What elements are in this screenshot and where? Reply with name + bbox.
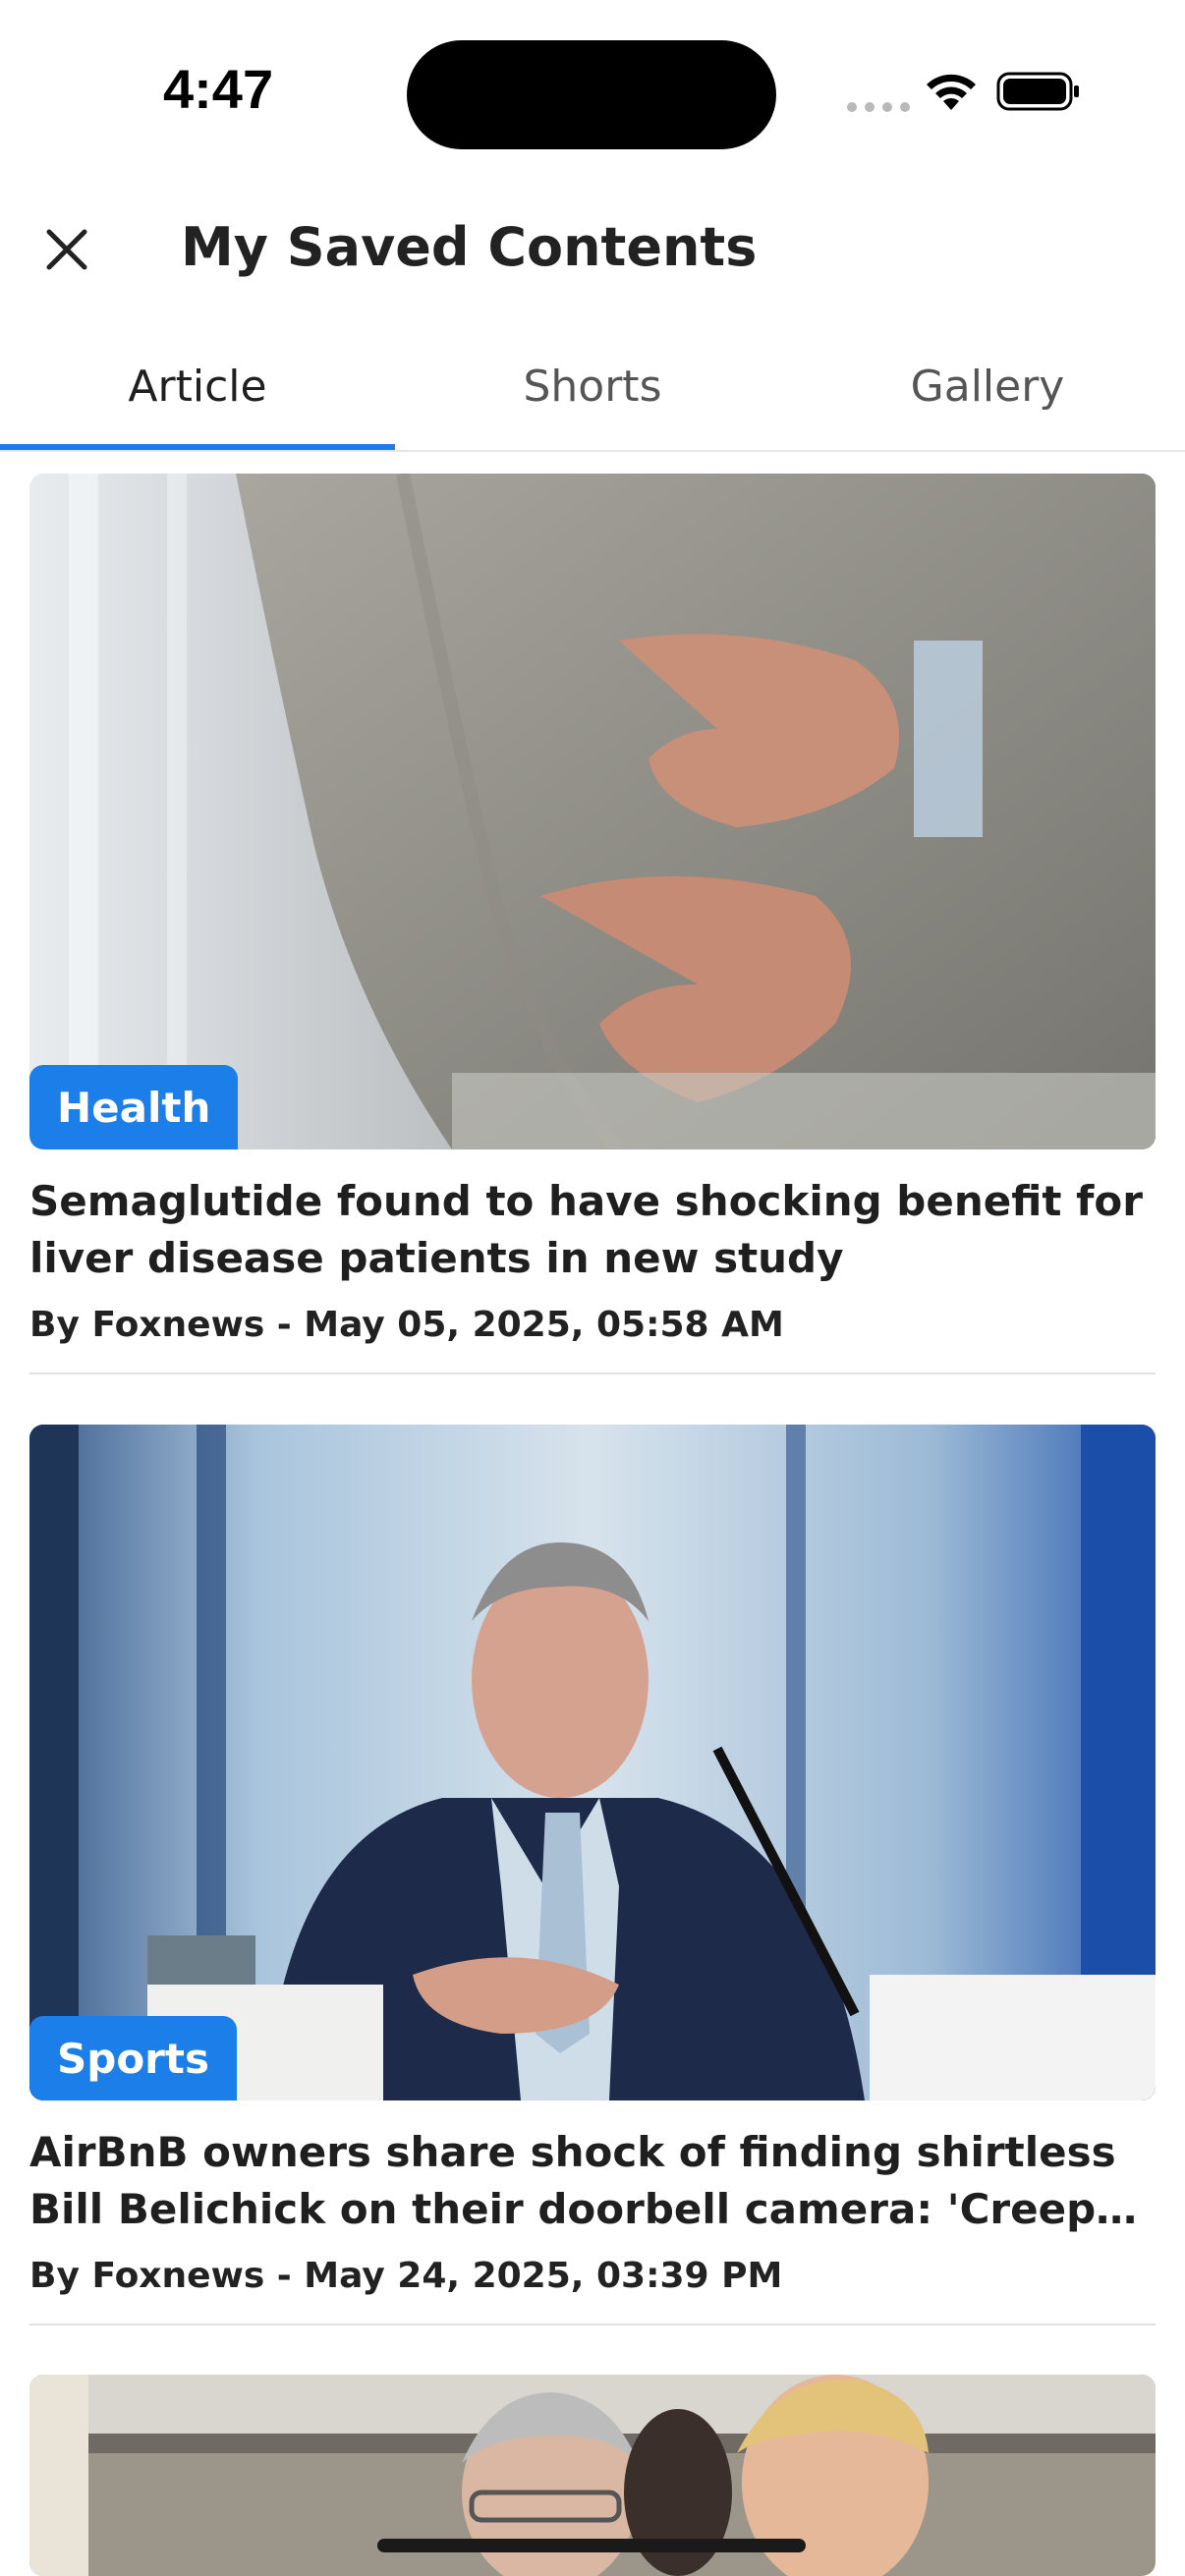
tab-label: Shorts bbox=[523, 361, 662, 412]
divider bbox=[29, 1372, 1156, 1374]
cellular-signal-icon bbox=[847, 102, 910, 112]
tab-gallery[interactable]: Gallery bbox=[790, 324, 1185, 448]
divider bbox=[29, 2324, 1156, 2325]
dynamic-island bbox=[407, 40, 776, 149]
battery-icon bbox=[996, 72, 1079, 111]
status-bar: 4:47 bbox=[0, 0, 1185, 187]
tab-label: Gallery bbox=[910, 361, 1065, 412]
tab-shorts[interactable]: Shorts bbox=[395, 324, 790, 448]
tab-label: Article bbox=[128, 361, 267, 412]
article-image bbox=[29, 474, 1156, 1149]
header: My Saved Contents bbox=[0, 187, 1185, 314]
page-title: My Saved Contents bbox=[181, 216, 758, 278]
tab-bar: Article Shorts Gallery bbox=[0, 324, 1185, 452]
article-card[interactable]: Sports AirBnB owners share shock of find… bbox=[29, 1425, 1156, 2325]
status-time: 4:47 bbox=[163, 58, 274, 120]
article-card[interactable]: Health Semaglutide found to have shockin… bbox=[29, 474, 1156, 1374]
article-meta: By Foxnews - May 24, 2025, 03:39 PM bbox=[29, 2256, 783, 2296]
close-icon[interactable] bbox=[39, 222, 94, 277]
category-badge: Sports bbox=[29, 2016, 237, 2100]
article-thumbnail[interactable]: Sports bbox=[29, 1425, 1156, 2100]
article-title[interactable]: Semaglutide found to have shocking benef… bbox=[29, 1173, 1156, 1287]
wifi-icon bbox=[927, 74, 976, 110]
home-indicator[interactable] bbox=[377, 2539, 806, 2552]
category-badge: Health bbox=[29, 1065, 239, 1149]
article-thumbnail[interactable]: Health bbox=[29, 474, 1156, 1149]
tab-article[interactable]: Article bbox=[0, 324, 395, 450]
article-meta: By Foxnews - May 05, 2025, 05:58 AM bbox=[29, 1305, 784, 1345]
article-image bbox=[29, 1425, 1156, 2100]
article-title[interactable]: AirBnB owners share shock of finding shi… bbox=[29, 2124, 1156, 2238]
